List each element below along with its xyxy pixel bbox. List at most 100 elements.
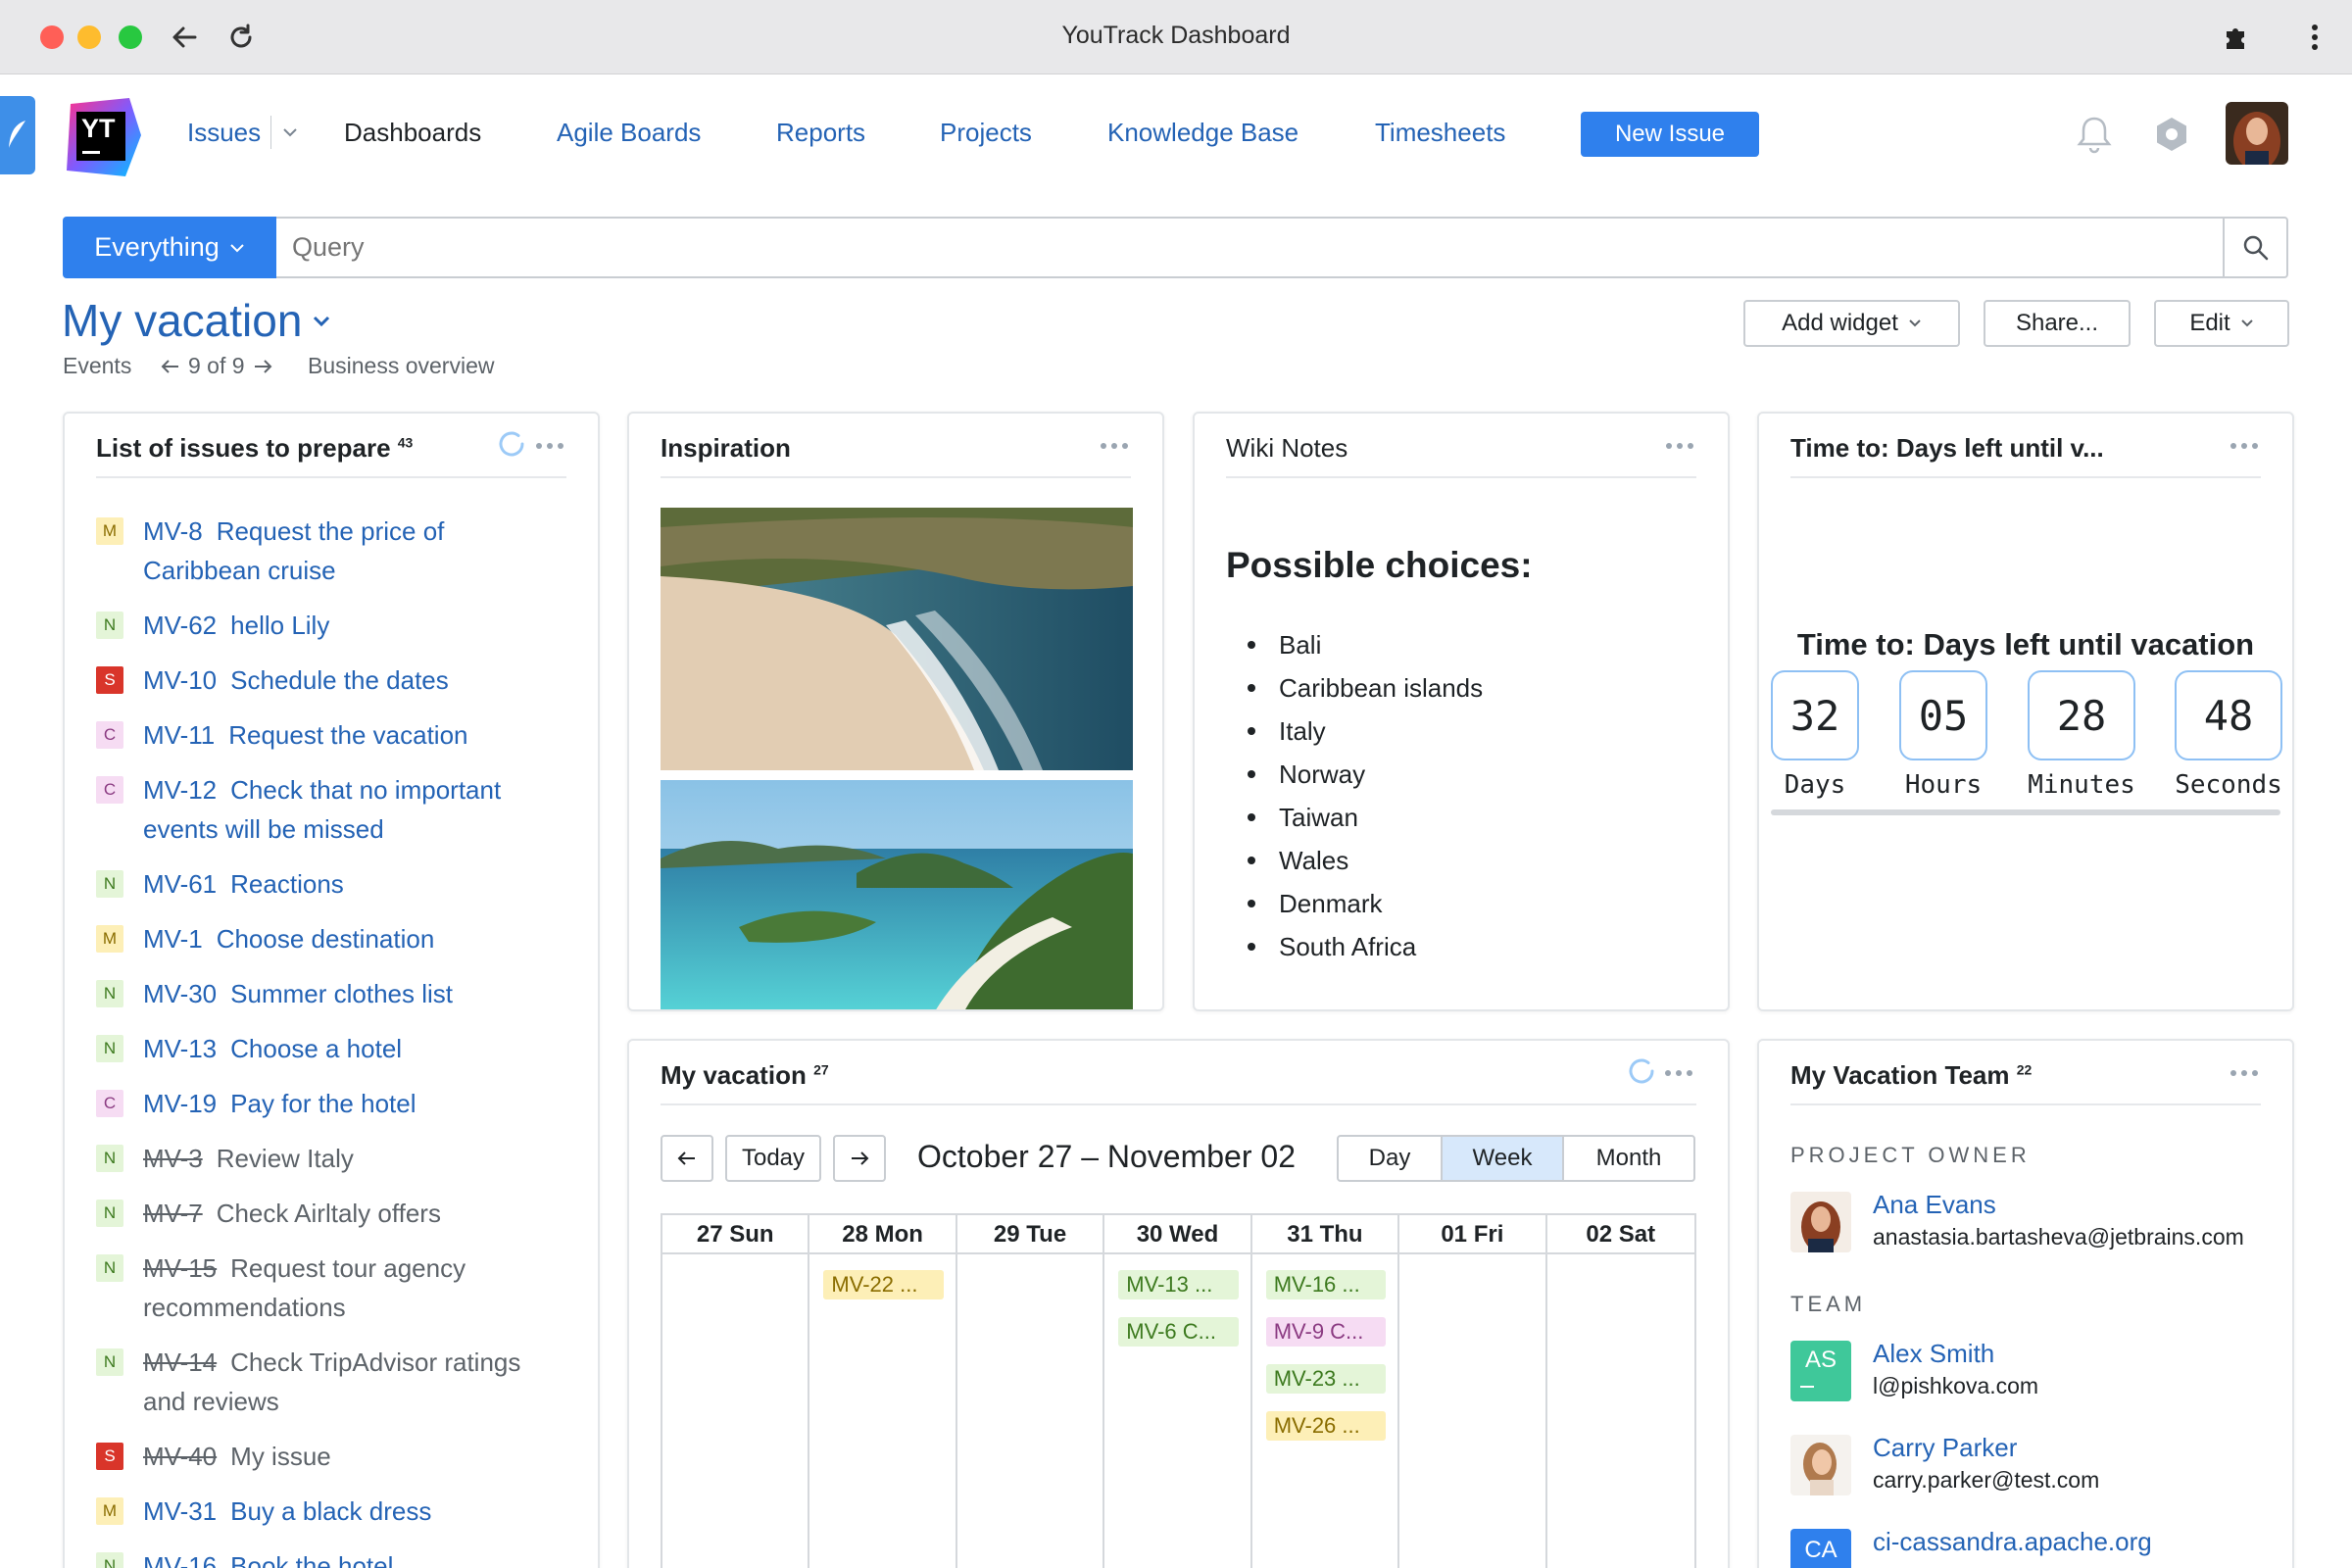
issues-dropdown-chevron-icon[interactable]	[281, 125, 299, 144]
new-issue-button[interactable]: New Issue	[1581, 112, 1759, 157]
calendar-event[interactable]: MV-6 C...	[1118, 1317, 1239, 1347]
issue-link[interactable]: MV-8 Request the price of Caribbean cruis…	[143, 512, 566, 590]
issue-link[interactable]: MV-14 Check TripAdvisor ratings and revie…	[143, 1343, 566, 1421]
member-name[interactable]: Carry Parker	[1873, 1433, 2017, 1463]
widget-menu-dots-icon[interactable]	[2228, 431, 2261, 461]
member-name[interactable]: Alex Smith	[1873, 1339, 1994, 1369]
refresh-icon[interactable]	[1625, 1054, 1658, 1088]
view-week-button[interactable]: Week	[1443, 1137, 1564, 1180]
issue-link[interactable]: MV-3 Review Italy	[143, 1139, 566, 1178]
issue-list-item[interactable]: N MV-14 Check TripAdvisor ratings and revi…	[96, 1343, 566, 1421]
refresh-icon[interactable]	[495, 427, 528, 461]
nav-timesheets[interactable]: Timesheets	[1375, 118, 1505, 148]
issue-list-item[interactable]: N MV-13 Choose a hotel	[96, 1029, 566, 1068]
previous-dashboard-link[interactable]: Events	[63, 353, 131, 379]
issue-list-item[interactable]: M MV-31 Buy a black dress	[96, 1492, 566, 1531]
widget-menu-dots-icon[interactable]	[1662, 1058, 1695, 1088]
calendar-day-column[interactable]: 30 Wed MV-13 ... MV-6 C...	[1104, 1215, 1252, 1568]
team-member-entry[interactable]: AS Alex Smith l@pishkova.com	[1790, 1339, 2292, 1407]
calendar-event[interactable]: MV-23 ...	[1265, 1364, 1387, 1394]
issue-link[interactable]: MV-61 Reactions	[143, 864, 566, 904]
member-name[interactable]: ci-cassandra.apache.org	[1873, 1527, 2152, 1557]
calendar-day-column[interactable]: 29 Tue	[956, 1215, 1105, 1568]
calendar-day-column[interactable]: 01 Fri	[1399, 1215, 1547, 1568]
query-input[interactable]	[276, 217, 2225, 278]
widget-menu-dots-icon[interactable]	[2228, 1058, 2261, 1088]
issue-list-item[interactable]: M MV-8 Request the price of Caribbean crui…	[96, 512, 566, 590]
widget-menu-dots-icon[interactable]	[533, 431, 566, 461]
nav-issues[interactable]: Issues	[187, 118, 261, 148]
issue-link[interactable]: MV-7 Check Airltaly offers	[143, 1194, 566, 1233]
nav-agile-boards[interactable]: Agile Boards	[557, 118, 701, 148]
more-vertical-icon[interactable]	[2295, 18, 2334, 57]
add-widget-button[interactable]: Add widget	[1743, 300, 1960, 347]
bell-icon[interactable]	[2074, 114, 2115, 155]
calendar-today-button[interactable]: Today	[725, 1135, 821, 1182]
search-context-button[interactable]: Everything	[63, 217, 276, 278]
calendar-event[interactable]: MV-26 ...	[1265, 1411, 1387, 1441]
calendar-day-column[interactable]: 27 Sun	[662, 1215, 810, 1568]
issue-list-item[interactable]: M MV-1 Choose destination	[96, 919, 566, 958]
issue-list-item[interactable]: N MV-15 Request tour agency recommendation…	[96, 1249, 566, 1327]
team-member-entry[interactable]: Carry Parker carry.parker@test.com	[1790, 1433, 2292, 1501]
user-avatar[interactable]	[2226, 102, 2288, 165]
calendar-event[interactable]: MV-13 ...	[1118, 1270, 1239, 1299]
issue-priority-tag: C	[96, 776, 123, 804]
owner-entry[interactable]: Ana Evans anastasia.bartasheva@jetbrains…	[1790, 1190, 2292, 1258]
issue-link[interactable]: MV-15 Request tour agency recommendations	[143, 1249, 566, 1327]
nav-reports[interactable]: Reports	[776, 118, 865, 148]
issue-link[interactable]: MV-40 My issue	[143, 1437, 566, 1476]
search-button[interactable]	[2223, 217, 2288, 278]
issue-link[interactable]: MV-31 Buy a black dress	[143, 1492, 566, 1531]
team-member-entry[interactable]: CA ci-cassandra.apache.org	[1790, 1527, 2292, 1568]
issue-list-item[interactable]: N MV-62 hello Lily	[96, 606, 566, 645]
calendar-event[interactable]: MV-22 ...	[823, 1270, 944, 1299]
youtrack-logo[interactable]: YT	[61, 96, 143, 178]
issue-link[interactable]: MV-19 Pay for the hotel	[143, 1084, 566, 1123]
next-dashboard-link[interactable]: Business overview	[308, 353, 494, 379]
share-button[interactable]: Share...	[1984, 300, 2131, 347]
issue-link[interactable]: MV-1 Choose destination	[143, 919, 566, 958]
extensions-puzzle-icon[interactable]	[2217, 18, 2256, 57]
nav-dashboards[interactable]: Dashboards	[344, 118, 481, 148]
issue-list-item[interactable]: C MV-11 Request the vacation	[96, 715, 566, 755]
nav-projects[interactable]: Projects	[940, 118, 1032, 148]
calendar-day-column[interactable]: 28 Mon MV-22 ...	[809, 1215, 957, 1568]
view-month-button[interactable]: Month	[1564, 1137, 1693, 1180]
issue-list-item[interactable]: C MV-12 Check that no important events wil…	[96, 770, 566, 849]
calendar-day-column[interactable]: 02 Sat	[1546, 1215, 1694, 1568]
edit-button[interactable]: Edit	[2154, 300, 2289, 347]
help-hexagon-icon[interactable]	[2151, 114, 2192, 155]
issue-list-item[interactable]: S MV-40 My issue	[96, 1437, 566, 1476]
issue-list-item[interactable]: S MV-10 Schedule the dates	[96, 661, 566, 700]
issue-list-item[interactable]: N MV-16 Book the hotel	[96, 1546, 566, 1568]
issue-link[interactable]: MV-62 hello Lily	[143, 606, 566, 645]
issue-list-item[interactable]: N MV-7 Check Airltaly offers	[96, 1194, 566, 1233]
view-day-button[interactable]: Day	[1339, 1137, 1443, 1180]
widget-menu-dots-icon[interactable]	[1663, 431, 1696, 461]
owner-name[interactable]: Ana Evans	[1873, 1190, 1996, 1220]
widget-menu-dots-icon[interactable]	[1098, 431, 1131, 461]
countdown-progress-bar	[1771, 809, 2280, 815]
calendar-event[interactable]: MV-9 C...	[1265, 1317, 1387, 1347]
issue-link[interactable]: MV-13 Choose a hotel	[143, 1029, 566, 1068]
issue-list-item[interactable]: N MV-30 Summer clothes list	[96, 974, 566, 1013]
calendar-day-header: 29 Tue	[956, 1215, 1103, 1254]
issue-link[interactable]: MV-10 Schedule the dates	[143, 661, 566, 700]
issue-priority-tag: N	[96, 1145, 123, 1172]
issue-link[interactable]: MV-16 Book the hotel	[143, 1546, 566, 1568]
issue-link[interactable]: MV-11 Request the vacation	[143, 715, 566, 755]
issue-link[interactable]: MV-12 Check that no important events will…	[143, 770, 566, 849]
issue-list-item[interactable]: N MV-3 Review Italy	[96, 1139, 566, 1178]
issue-list-item[interactable]: N MV-61 Reactions	[96, 864, 566, 904]
dashboard-title[interactable]: My vacation	[62, 294, 331, 347]
dashboard-pager[interactable]: 9 of 9	[161, 353, 272, 379]
issue-list-item[interactable]: C MV-19 Pay for the hotel	[96, 1084, 566, 1123]
feedback-tab[interactable]	[0, 96, 35, 174]
calendar-day-column[interactable]: 31 Thu MV-16 ... MV-9 C... MV-23 ... MV-26 .…	[1251, 1215, 1400, 1568]
issue-link[interactable]: MV-30 Summer clothes list	[143, 974, 566, 1013]
calendar-next-button[interactable]	[833, 1135, 886, 1182]
calendar-prev-button[interactable]	[661, 1135, 713, 1182]
calendar-event[interactable]: MV-16 ...	[1265, 1270, 1387, 1299]
nav-knowledge-base[interactable]: Knowledge Base	[1107, 118, 1298, 148]
